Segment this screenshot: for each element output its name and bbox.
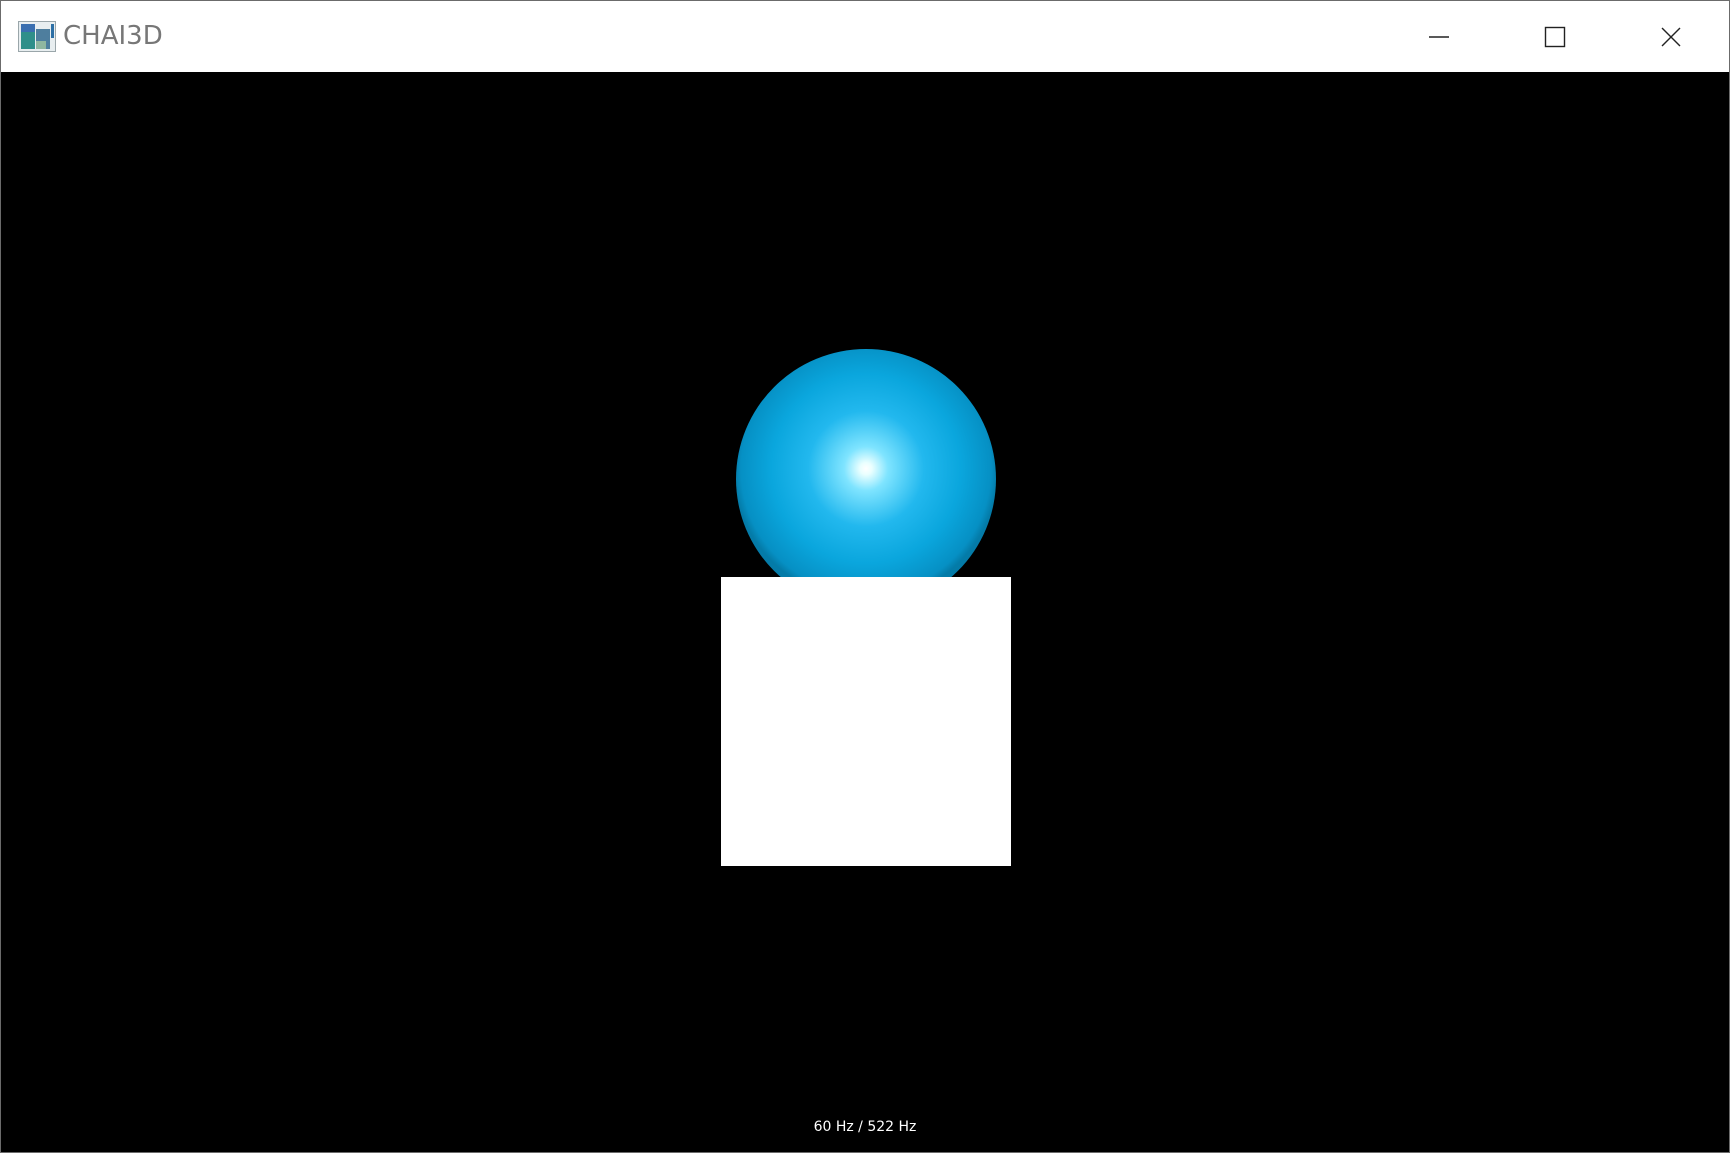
haptic-rate-label: 60 Hz / 522 Hz: [813, 1119, 917, 1135]
white-box: [721, 577, 1011, 866]
close-button[interactable]: [1613, 1, 1729, 72]
minimize-icon: [1428, 26, 1450, 48]
maximize-icon: [1544, 26, 1566, 48]
minimize-button[interactable]: [1381, 1, 1497, 72]
window-title: CHAI3D: [63, 21, 163, 51]
close-icon: [1660, 26, 1682, 48]
app-window: CHAI3D 60 Hz / 522 Hz: [0, 0, 1730, 1153]
cyan-sphere: [736, 349, 996, 609]
chai3d-app-icon: [18, 21, 56, 52]
maximize-button[interactable]: [1497, 1, 1613, 72]
title-bar[interactable]: CHAI3D: [1, 1, 1729, 72]
render-viewport[interactable]: 60 Hz / 522 Hz: [1, 72, 1729, 1152]
